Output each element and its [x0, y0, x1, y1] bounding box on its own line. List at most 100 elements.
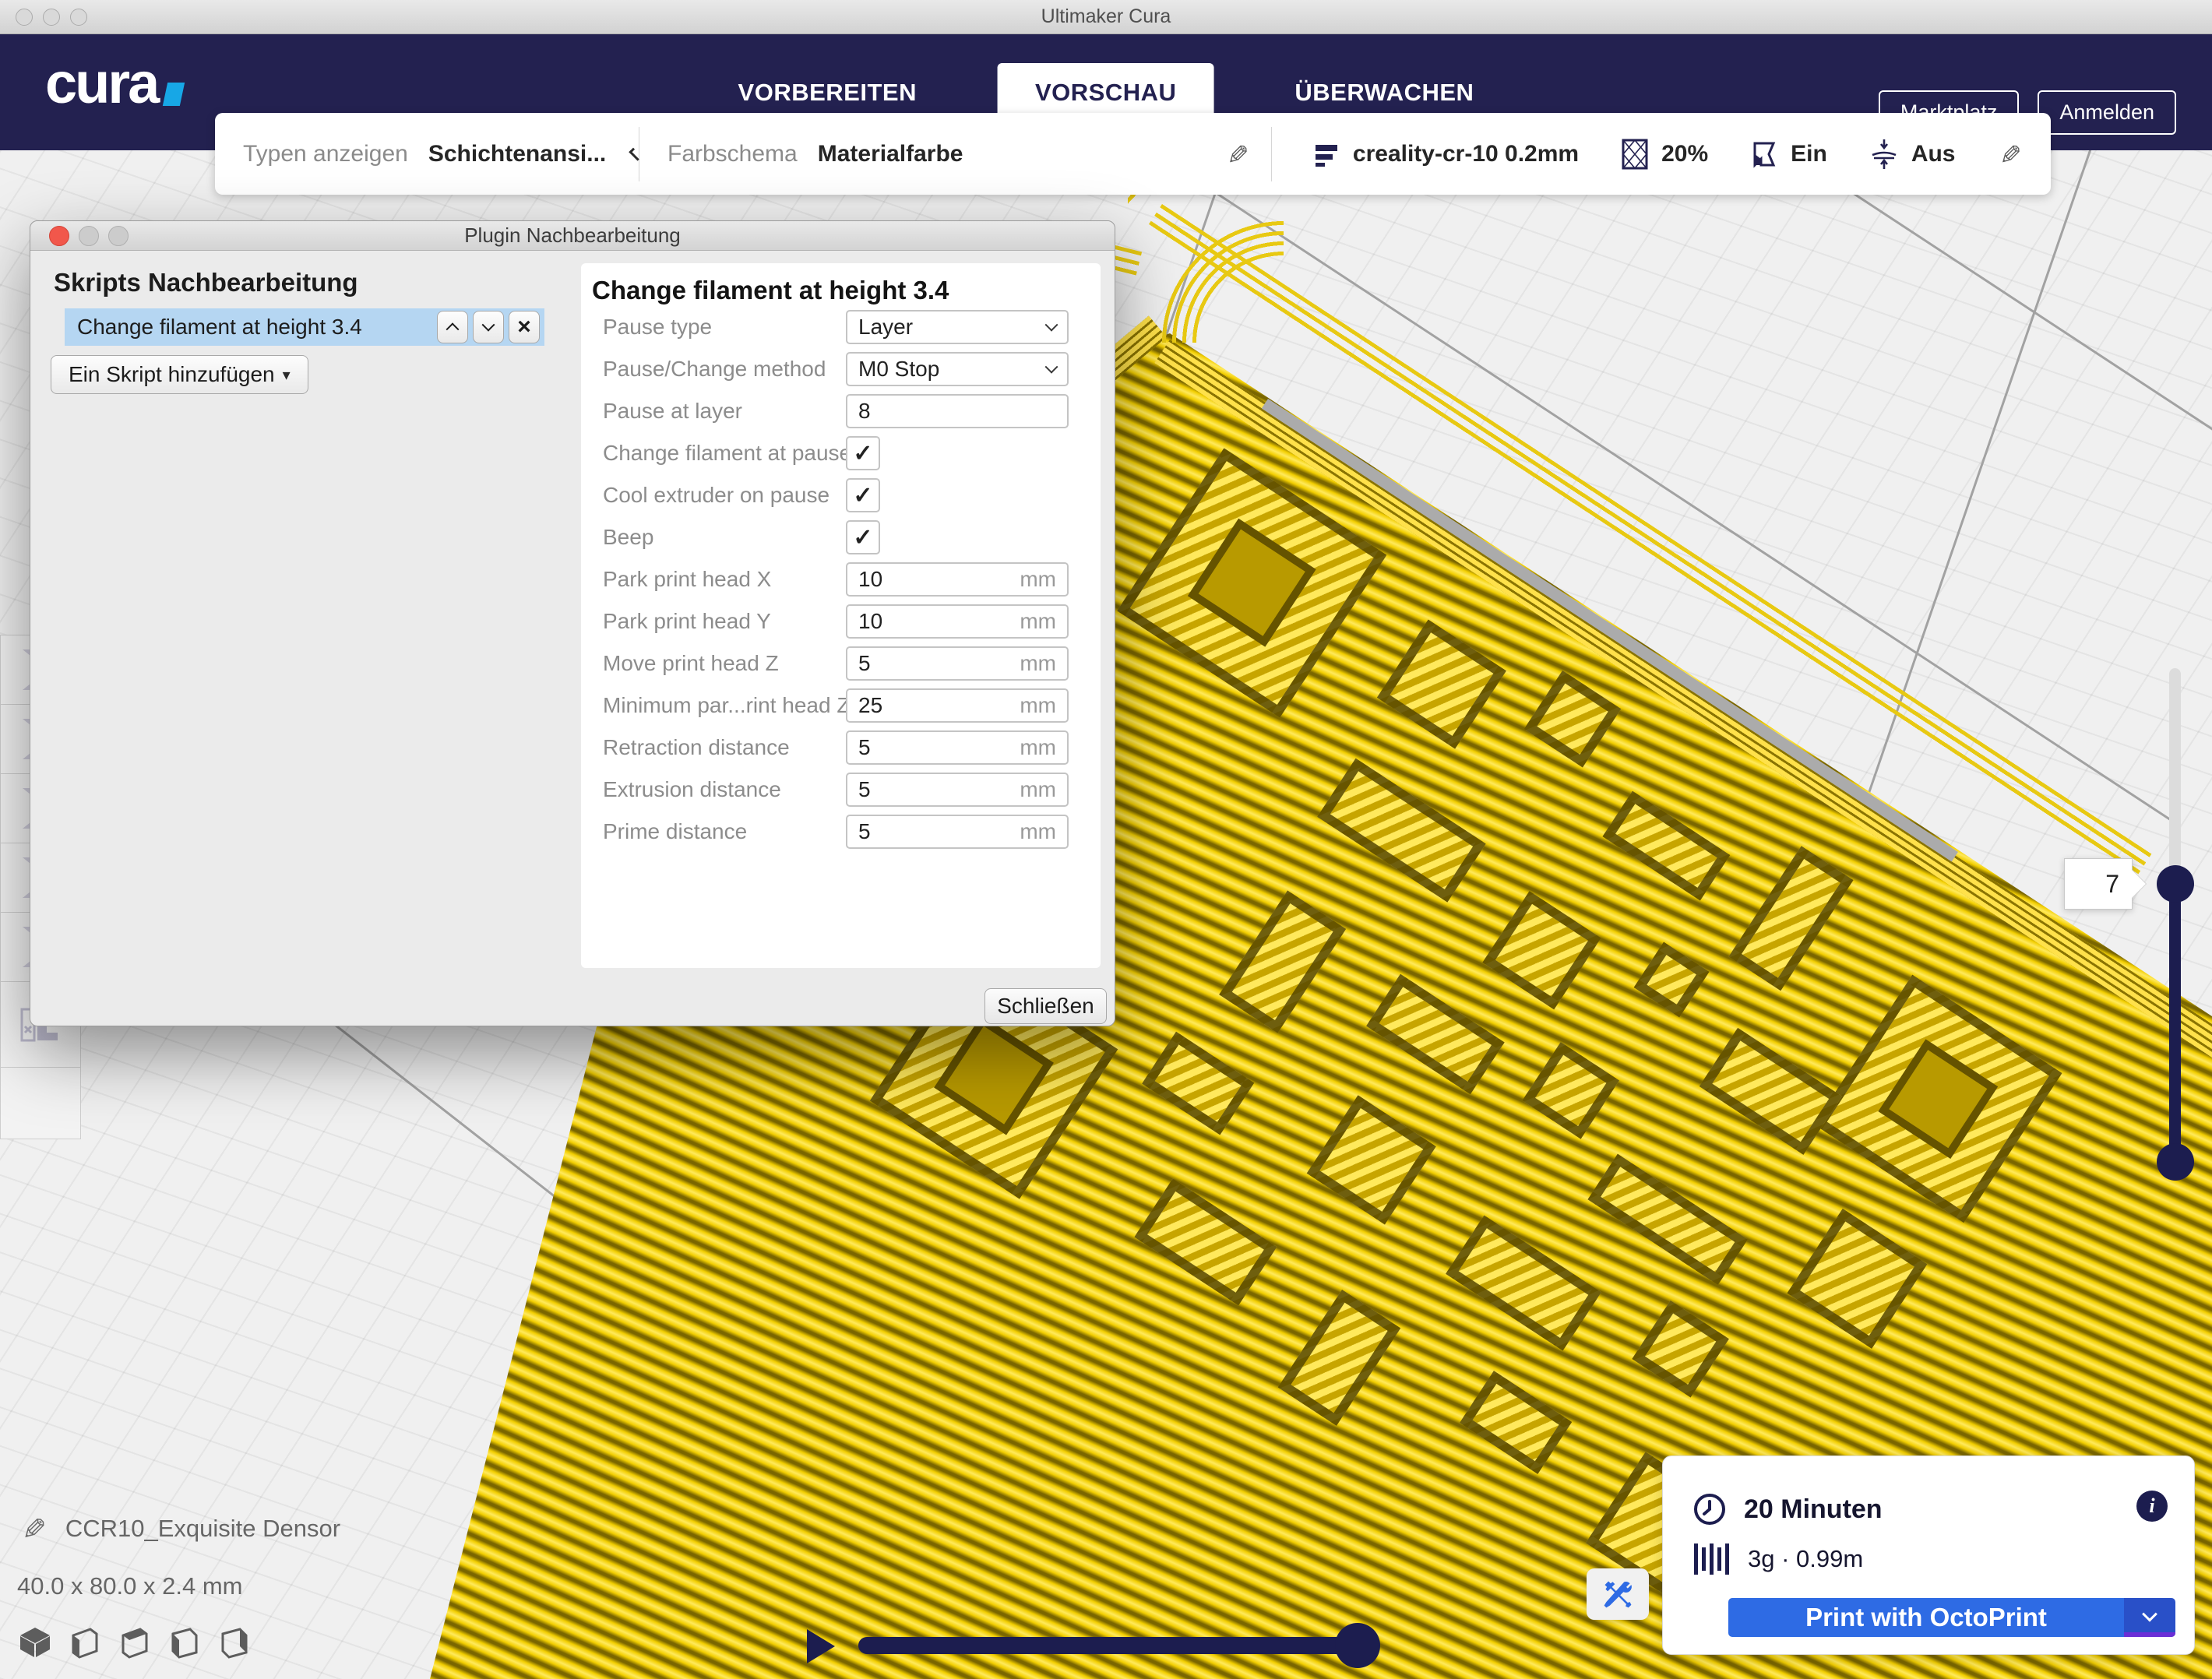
dialog-titlebar[interactable]: Plugin Nachbearbeitung	[30, 221, 1115, 251]
field-checkbox[interactable]: ✓	[846, 478, 880, 512]
field-value: M0 Stop	[858, 357, 1047, 382]
field-value: 25	[858, 693, 1020, 718]
dialog-minimize-icon[interactable]	[79, 226, 99, 246]
field-input[interactable]: 5mm	[846, 646, 1069, 681]
material-usage-icon	[1694, 1543, 1729, 1575]
view-top-icon[interactable]	[117, 1624, 153, 1660]
field-input[interactable]: 5mm	[846, 730, 1069, 765]
clock-icon	[1692, 1492, 1727, 1526]
layer-slider-range[interactable]	[2169, 884, 2181, 1162]
print-with-octoprint-button[interactable]: Print with OctoPrint	[1728, 1598, 2124, 1637]
form-row: Cool extruder on pause ✓	[581, 478, 1101, 512]
post-processing-dialog: Plugin Nachbearbeitung Skripts Nachbearb…	[30, 220, 1115, 1026]
form-row: Minimum par...rint head Z 25mm	[581, 688, 1101, 723]
form-row: Move print head Z 5mm	[581, 646, 1101, 681]
info-icon[interactable]: i	[2136, 1491, 2168, 1522]
model-name: CCR10_Exquisite Densor	[65, 1515, 340, 1543]
field-checkbox[interactable]: ✓	[846, 436, 880, 470]
field-label: Pause at layer	[581, 399, 846, 424]
field-unit: mm	[1020, 609, 1056, 634]
skirt-corner	[1128, 187, 1284, 343]
adhesion-icon	[1869, 138, 1899, 171]
layer-slider-lower-handle[interactable]	[2157, 1143, 2194, 1181]
field-unit: mm	[1020, 567, 1056, 592]
color-scheme-section[interactable]: Farbschema Materialfarbe ✎	[639, 127, 1272, 181]
field-value: 5	[858, 735, 1020, 760]
print-settings-tools-button[interactable]	[1587, 1568, 1649, 1620]
layer-number: 7	[2105, 870, 2119, 899]
chevron-down-icon	[482, 319, 495, 332]
field-input[interactable]: 8	[846, 394, 1069, 428]
scripts-heading: Skripts Nachbearbeitung	[54, 268, 358, 297]
infill-icon	[1621, 138, 1649, 171]
layer-slider-upper-handle[interactable]	[2157, 865, 2194, 903]
play-button[interactable]	[807, 1629, 835, 1663]
print-options-dropdown[interactable]	[2124, 1598, 2175, 1637]
field-label: Cool extruder on pause	[581, 483, 846, 508]
dialog-close-icon[interactable]	[49, 226, 69, 246]
form-row: Extrusion distance 5mm	[581, 773, 1101, 807]
signin-button[interactable]: Anmelden	[2038, 90, 2176, 135]
view-front-icon[interactable]	[67, 1624, 103, 1660]
add-script-button[interactable]: Ein Skript hinzufügen ▾	[51, 355, 308, 394]
print-time-estimate: 20 Minuten	[1744, 1494, 1883, 1525]
simulation-slider-track[interactable]	[858, 1637, 1363, 1654]
view-right-icon[interactable]	[217, 1624, 252, 1660]
close-dialog-button[interactable]: Schließen	[984, 988, 1107, 1024]
dialog-zoom-icon[interactable]	[108, 226, 129, 246]
form-row: Retraction distance 5mm	[581, 730, 1101, 765]
view-type-value[interactable]: Schichtenansi...	[428, 141, 606, 167]
field-unit: mm	[1020, 819, 1056, 844]
print-settings-section[interactable]: creality-cr-10 0.2mm 20% Ein	[1272, 127, 2051, 181]
edit-print-settings-icon[interactable]: ✎	[1993, 143, 2024, 165]
field-label: Change filament at pause	[581, 441, 846, 466]
layer-slider-track[interactable]	[2169, 668, 2181, 894]
field-label: Prime distance	[581, 819, 846, 844]
simulation-slider-handle[interactable]	[1335, 1623, 1380, 1668]
field-value: 5	[858, 819, 1020, 844]
print-estimate-panel: 20 Minuten i 3g · 0.99m Print with OctoP…	[1662, 1455, 2195, 1655]
field-unit: mm	[1020, 693, 1056, 718]
cura-logo-text: cura	[45, 56, 157, 111]
chevron-down-icon	[1045, 319, 1058, 332]
printer-profile: creality-cr-10 0.2mm	[1353, 141, 1579, 167]
field-value: 8	[858, 399, 1056, 424]
view-left-icon[interactable]	[167, 1624, 203, 1660]
color-scheme-label: Farbschema	[667, 141, 798, 167]
field-checkbox[interactable]: ✓	[846, 520, 880, 554]
view-type-section[interactable]: Typen anzeigen Schichtenansi...	[215, 127, 639, 181]
color-scheme-value[interactable]: Materialfarbe	[818, 141, 963, 167]
field-input[interactable]: 5mm	[846, 773, 1069, 807]
form-row: Change filament at pause ✓	[581, 436, 1101, 470]
layer-height-icon	[1312, 140, 1340, 168]
rename-model-icon[interactable]: ✎	[15, 1516, 50, 1541]
dialog-window-controls	[49, 226, 129, 246]
field-label: Pause/Change method	[581, 357, 846, 382]
field-value: 5	[858, 651, 1020, 676]
field-select[interactable]: M0 Stop	[846, 352, 1069, 386]
field-input[interactable]: 5mm	[846, 815, 1069, 849]
field-label: Pause type	[581, 315, 846, 340]
move-script-down-button[interactable]	[473, 311, 504, 343]
script-settings-panel: Change filament at height 3.4 Pause type…	[581, 263, 1101, 968]
field-input[interactable]: 10mm	[846, 604, 1069, 639]
view-3d-icon[interactable]	[17, 1624, 53, 1660]
checkmark-icon: ✓	[853, 440, 872, 467]
move-script-up-button[interactable]	[437, 311, 468, 343]
remove-script-button[interactable]: ×	[509, 311, 540, 343]
support-icon	[1750, 139, 1778, 170]
form-row: Beep ✓	[581, 520, 1101, 554]
field-input[interactable]: 10mm	[846, 562, 1069, 597]
field-input[interactable]: 25mm	[846, 688, 1069, 723]
layer-indicator: 7	[2064, 858, 2133, 910]
form-row: Pause/Change method M0 Stop	[581, 352, 1101, 386]
checkmark-icon: ✓	[853, 482, 872, 509]
infill-value: 20%	[1661, 141, 1708, 167]
checkmark-icon: ✓	[853, 524, 872, 551]
field-value: Layer	[858, 315, 1047, 340]
selected-script-row[interactable]: Change filament at height 3.4 ×	[65, 308, 544, 346]
print-button-group: Print with OctoPrint	[1728, 1598, 2175, 1637]
edit-color-scheme-icon[interactable]: ✎	[1221, 143, 1252, 165]
chevron-up-icon	[446, 322, 460, 336]
field-select[interactable]: Layer	[846, 310, 1069, 344]
